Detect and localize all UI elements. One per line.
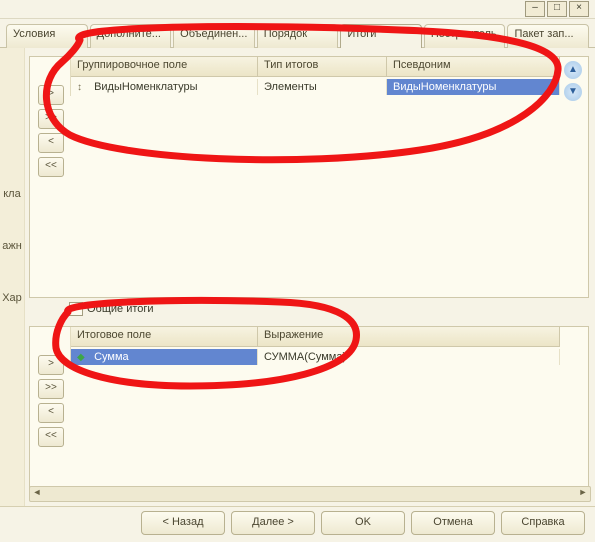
remove-all-button[interactable]: << <box>38 427 64 447</box>
common-totals-row: Общие итоги <box>29 302 589 318</box>
cancel-button[interactable]: Отмена <box>411 511 495 535</box>
cell-alias[interactable]: ВидыНоменклатуры <box>387 79 560 95</box>
col-expression[interactable]: Выражение <box>258 327 560 346</box>
tab-builder[interactable]: Построитель <box>424 24 506 48</box>
maximize-button[interactable]: □ <box>547 1 567 17</box>
remove-all-button[interactable]: << <box>38 157 64 177</box>
table-row[interactable]: ↕ ВидыНоменклатуры Элементы ВидыНоменкла… <box>71 77 560 96</box>
scroll-right-button[interactable]: ► <box>576 487 590 501</box>
tab-conditions[interactable]: Условия <box>6 24 88 48</box>
move-up-button[interactable]: ▲ <box>564 61 582 79</box>
common-totals-checkbox[interactable] <box>69 302 83 316</box>
footer-buttons: < Назад Далее > OK Отмена Справка <box>0 506 595 539</box>
field-icon: ◆ <box>77 352 87 363</box>
col-group-field[interactable]: Группировочное поле <box>71 57 258 76</box>
tab-batch[interactable]: Пакет зап... <box>507 24 589 48</box>
grouping-table: Группировочное поле Тип итогов Псевдоним… <box>70 57 560 96</box>
tab-strip: Условия Дополните... Объединен... Порядо… <box>0 19 595 48</box>
tab-totals[interactable]: Итоги <box>340 24 422 48</box>
horizontal-scrollbar[interactable]: ◄ ► <box>29 486 591 502</box>
cell-totals-type[interactable]: Элементы <box>258 79 387 95</box>
add-all-button[interactable]: >> <box>38 379 64 399</box>
common-totals-label: Общие итоги <box>87 303 154 315</box>
col-alias[interactable]: Псевдоним <box>387 57 560 76</box>
reorder-arrows: ▲ ▼ <box>564 61 582 101</box>
move-down-button[interactable]: ▼ <box>564 83 582 101</box>
close-button[interactable]: × <box>569 1 589 17</box>
remove-button[interactable]: < <box>38 403 64 423</box>
add-button[interactable]: > <box>38 85 64 105</box>
add-all-button[interactable]: >> <box>38 109 64 129</box>
totals-move-buttons: > >> < << <box>38 355 64 447</box>
cell-totals-field[interactable]: ◆ Сумма <box>71 349 258 365</box>
grouping-fields-panel: Группировочное поле Тип итогов Псевдоним… <box>29 56 589 298</box>
col-totals-field[interactable]: Итоговое поле <box>71 327 258 346</box>
main-column: Группировочное поле Тип итогов Псевдоним… <box>25 48 595 506</box>
col-totals-type[interactable]: Тип итогов <box>258 57 387 76</box>
next-button[interactable]: Далее > <box>231 511 315 535</box>
cell-expression[interactable]: СУММА(Сумма) <box>258 349 560 365</box>
table-row[interactable]: ◆ Сумма СУММА(Сумма) <box>71 347 560 366</box>
cell-text: Сумма <box>94 351 129 363</box>
left-rail: кла ажн Хар <box>0 48 25 506</box>
totals-table: Итоговое поле Выражение ◆ Сумма СУММА(Су… <box>70 327 560 366</box>
left-rail-text: Хар <box>2 292 22 304</box>
cell-text: ВидыНоменклатуры <box>94 81 197 93</box>
help-button[interactable]: Справка <box>501 511 585 535</box>
totals-header: Итоговое поле Выражение <box>71 327 560 347</box>
tab-additional[interactable]: Дополните... <box>90 24 172 48</box>
titlebar: – □ × <box>0 0 595 19</box>
left-rail-text: кла <box>3 188 20 200</box>
cell-group-field[interactable]: ↕ ВидыНоменклатуры <box>71 79 258 95</box>
add-button[interactable]: > <box>38 355 64 375</box>
grouping-move-buttons: > >> < << <box>38 85 64 177</box>
totals-fields-panel: Итоговое поле Выражение ◆ Сумма СУММА(Су… <box>29 326 589 488</box>
back-button[interactable]: < Назад <box>141 511 225 535</box>
query-designer-window: – □ × Условия Дополните... Объединен... … <box>0 0 595 542</box>
body: кла ажн Хар Группировочное поле Тип итог… <box>0 48 595 506</box>
left-rail-text: ажн <box>2 240 22 252</box>
grouping-header: Группировочное поле Тип итогов Псевдоним <box>71 57 560 77</box>
scroll-left-button[interactable]: ◄ <box>30 487 44 501</box>
hierarchy-icon: ↕ <box>77 82 87 93</box>
tab-unions[interactable]: Объединен... <box>173 24 255 48</box>
remove-button[interactable]: < <box>38 133 64 153</box>
ok-button[interactable]: OK <box>321 511 405 535</box>
tab-order[interactable]: Порядок <box>257 24 339 48</box>
minimize-button[interactable]: – <box>525 1 545 17</box>
